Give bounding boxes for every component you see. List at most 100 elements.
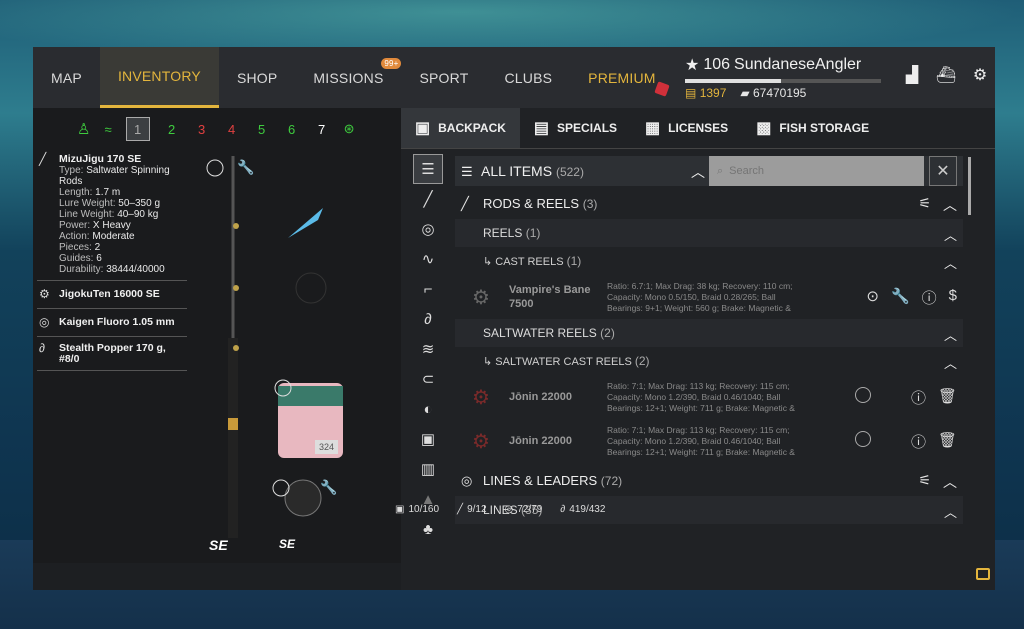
collapse-icon[interactable]: ︿ bbox=[944, 353, 957, 372]
nav-clubs[interactable]: CLUBS bbox=[486, 47, 570, 108]
group-rods-reels[interactable]: ╱ RODS & REELS (3) ⚟ ︿ bbox=[455, 188, 963, 219]
angler-icon[interactable]: ♙ bbox=[77, 120, 90, 138]
bait-category-icon[interactable]: ◐ bbox=[413, 394, 443, 424]
equip-icon[interactable]: ⊙ bbox=[866, 287, 879, 308]
line-spool-icon: ◎ bbox=[39, 315, 50, 329]
rods-category-icon[interactable]: ╱ bbox=[413, 184, 443, 214]
all-items-header[interactable]: ☰ ALL ITEMS (522) ︿ ⌕ ✕ bbox=[455, 156, 963, 186]
backpack-capacity: 10/160 bbox=[408, 504, 440, 515]
sub-saltwater-reels[interactable]: SALTWATER REELS (2) ︿ bbox=[455, 319, 963, 347]
select-circle-icon[interactable] bbox=[854, 387, 871, 403]
tab-specials[interactable]: ▤ SPECIALS bbox=[520, 108, 631, 148]
nav-shop[interactable]: SHOP bbox=[219, 47, 295, 108]
lines-category-icon[interactable]: ∿ bbox=[413, 244, 443, 274]
filter-icon[interactable]: ⚟ bbox=[918, 472, 931, 492]
nav-missions[interactable]: MISSIONS 99+ bbox=[295, 47, 402, 108]
sub-reels-count: (1) bbox=[525, 226, 541, 240]
hooks-category-icon[interactable]: ⌐ bbox=[413, 274, 443, 304]
list-item[interactable]: ⚙ Vampire's Bane 7500 Ratio: 6.7:1; Max … bbox=[455, 275, 963, 319]
collapse-icon[interactable]: ︿ bbox=[943, 472, 957, 492]
slot-7[interactable]: 7 bbox=[314, 122, 330, 137]
plant-category-icon[interactable]: ♣ bbox=[413, 514, 443, 544]
nav-map[interactable]: MAP bbox=[33, 47, 100, 108]
reel-thumbnail-icon: ⚙ bbox=[472, 386, 490, 409]
clear-search-button[interactable]: ✕ bbox=[929, 156, 957, 186]
slot-6[interactable]: 6 bbox=[284, 122, 300, 137]
rod-logo: SE bbox=[209, 537, 228, 553]
bag-category-icon[interactable]: ▣ bbox=[413, 424, 443, 454]
collapse-icon[interactable]: ︿ bbox=[944, 502, 957, 521]
backpack-icon: ▣ bbox=[415, 120, 431, 137]
collapse-icon[interactable]: ︿ bbox=[943, 195, 957, 215]
list-item[interactable]: ⚙ Jōnin 22000 Ratio: 7:1; Max Drag: 113 … bbox=[455, 375, 963, 419]
item-name: Vampire's Bane 7500 bbox=[509, 284, 591, 310]
select-circle-icon[interactable] bbox=[854, 431, 871, 447]
search-box[interactable]: ⌕ bbox=[709, 156, 924, 186]
inventory-subtabs: ▣ BACKPACK ▤ SPECIALS ▦ LICENSES ▩ FISH STOR… bbox=[401, 108, 883, 148]
collapse-icon[interactable]: ︿ bbox=[944, 225, 957, 244]
filter-icon[interactable]: ⚟ bbox=[918, 195, 931, 215]
all-items-collapse-icon[interactable]: ︿ bbox=[691, 162, 705, 182]
rod-action: Moderate bbox=[92, 231, 135, 242]
rod-equip-icon bbox=[206, 159, 224, 177]
collapse-icon[interactable]: ︿ bbox=[944, 325, 957, 344]
reels-category-icon[interactable]: ◎ bbox=[413, 214, 443, 244]
item-list: ☰ ALL ITEMS (522) ︿ ⌕ ✕ ╱ RODS & REELS (3… bbox=[455, 156, 963, 541]
player-profile[interactable]: ★ 106 SundaneseAngler ▤ 1397 ▰ 67470195 bbox=[685, 55, 885, 101]
compass-icon[interactable]: ⊛ bbox=[344, 121, 355, 137]
slot-1[interactable]: 1 bbox=[125, 117, 150, 141]
nav-premium[interactable]: PREMIUM bbox=[570, 47, 674, 108]
nav-inventory[interactable]: INVENTORY bbox=[99, 47, 219, 108]
sub-saltwater-cast-reels[interactable]: ↳ SALTWATER CAST REELS (2) ︿ bbox=[455, 347, 963, 375]
wrench-icon[interactable]: 🔧 bbox=[891, 287, 910, 308]
search-input[interactable] bbox=[729, 165, 910, 177]
tab-backpack[interactable]: ▣ BACKPACK bbox=[401, 108, 520, 148]
tackle-icon: ∂ bbox=[560, 504, 566, 515]
guide-2 bbox=[233, 285, 239, 291]
lures-category-icon[interactable]: ∂ bbox=[413, 304, 443, 334]
cast-reels-label: CAST REELS bbox=[495, 256, 564, 268]
collapse-icon[interactable]: ︿ bbox=[944, 253, 957, 272]
rod-action-label: Action: bbox=[59, 231, 90, 242]
boat-icon[interactable]: ⛴ bbox=[935, 64, 957, 86]
info-icon[interactable]: ⓘ bbox=[922, 287, 937, 308]
cooler-icon: ▩ bbox=[756, 120, 772, 137]
slot-5[interactable]: 5 bbox=[254, 122, 270, 137]
lure-detail[interactable]: ∂ Stealth Popper 170 g, #8/0 bbox=[37, 337, 187, 371]
list-item[interactable]: ⚙ Jōnin 22000 Ratio: 7:1; Max Drag: 113 … bbox=[455, 419, 963, 463]
all-items-category-icon[interactable]: ☰ bbox=[413, 154, 443, 184]
indent-arrow-icon: ↳ bbox=[483, 356, 496, 368]
gear-icon[interactable]: ⚙ bbox=[969, 64, 991, 86]
sell-icon[interactable]: $ bbox=[949, 287, 957, 308]
list-scrollbar[interactable] bbox=[968, 157, 971, 215]
slot-3[interactable]: 3 bbox=[194, 122, 210, 137]
gold-coins-icon: ▤ bbox=[685, 86, 697, 100]
trash-icon[interactable]: 🗑 bbox=[938, 431, 957, 452]
item-desc: Ratio: 6.7:1; Max Drag: 38 kg; Recovery:… bbox=[607, 280, 793, 313]
trash-icon[interactable]: 🗑 bbox=[938, 387, 957, 408]
nav-sport[interactable]: SPORT bbox=[401, 47, 486, 108]
box-category-icon[interactable]: ▥ bbox=[413, 454, 443, 484]
top-icons: ▟ ⛴ ⚙ bbox=[901, 64, 991, 86]
slot-2[interactable]: 2 bbox=[164, 122, 180, 137]
info-icon[interactable]: ⓘ bbox=[911, 387, 926, 408]
fish-icon[interactable]: ≈ bbox=[104, 122, 111, 137]
sale-tag-icon bbox=[653, 81, 670, 97]
salt-cast-label: SALTWATER CAST REELS bbox=[495, 356, 632, 368]
sub-cast-reels[interactable]: ↳ CAST REELS (1) ︿ bbox=[455, 247, 963, 275]
rod-detail[interactable]: ╱ MizuJigu 170 SE Type: Saltwater Spinni… bbox=[37, 151, 187, 281]
tab-fish-storage[interactable]: ▩ FISH STORAGE bbox=[742, 108, 883, 148]
equipment-details: ╱ MizuJigu 170 SE Type: Saltwater Spinni… bbox=[37, 151, 187, 371]
slot-4[interactable]: 4 bbox=[224, 122, 240, 137]
sub-reels[interactable]: REELS (1) ︿ bbox=[455, 219, 963, 247]
tab-licenses[interactable]: ▦ LICENSES bbox=[631, 108, 742, 148]
group-rods-reels-label: RODS & REELS bbox=[483, 196, 580, 211]
info-icon[interactable]: ⓘ bbox=[911, 431, 926, 452]
group-lines-leaders[interactable]: ◎ LINES & LEADERS (72) ⚟ ︿ bbox=[455, 465, 963, 496]
line-detail[interactable]: ◎ Kaigen Fluoro 1.05 mm bbox=[37, 309, 187, 337]
flies-category-icon[interactable]: ≋ bbox=[413, 334, 443, 364]
reel-detail[interactable]: ⚙ JigokuTen 16000 SE bbox=[37, 281, 187, 309]
terminal-tackle-icon[interactable]: ⊂ bbox=[413, 364, 443, 394]
chat-icon[interactable] bbox=[976, 568, 990, 580]
leaderboard-icon[interactable]: ▟ bbox=[901, 64, 923, 86]
